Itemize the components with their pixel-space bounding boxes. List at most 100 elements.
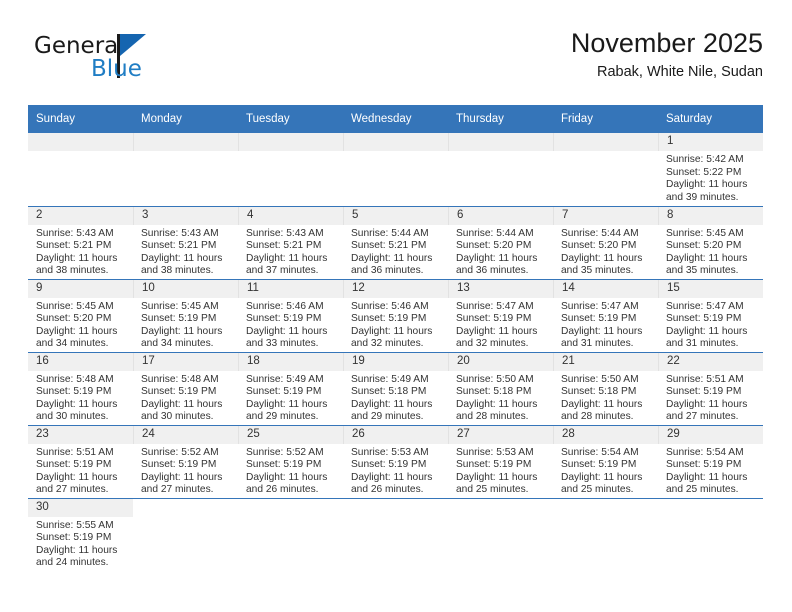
calendar-day-cell[interactable]: 14 Sunrise: 5:47 AM Sunset: 5:19 PM Dayligh… — [553, 279, 658, 353]
daylight-text-line2: and 28 minutes. — [561, 411, 634, 423]
daylight-text-line1: Daylight: 11 hours — [36, 544, 118, 556]
day-number: 18 — [238, 352, 343, 371]
calendar-day-cell[interactable]: 20 Sunrise: 5:50 AM Sunset: 5:18 PM Dayligh… — [448, 352, 553, 426]
daylight-text-line2: and 37 minutes. — [246, 265, 319, 277]
calendar-day-cell[interactable]: 12 Sunrise: 5:46 AM Sunset: 5:19 PM Dayligh… — [343, 279, 448, 353]
sunrise-text: Sunrise: 5:46 AM — [246, 300, 324, 312]
sunset-text: Sunset: 5:19 PM — [456, 313, 532, 325]
calendar-day-cell-empty — [448, 498, 553, 571]
calendar-day-cell[interactable]: 5 Sunrise: 5:44 AM Sunset: 5:21 PM Daylight… — [343, 206, 448, 280]
calendar-day-cell[interactable]: 24 Sunrise: 5:52 AM Sunset: 5:19 PM Dayligh… — [133, 425, 238, 499]
day-details: Sunrise: 5:50 AM Sunset: 5:18 PM Daylight:… — [553, 371, 658, 424]
calendar-day-cell[interactable]: 9 Sunrise: 5:45 AM Sunset: 5:20 PM Daylight… — [28, 279, 133, 353]
page-title: November 2025 — [570, 28, 763, 58]
calendar-day-cell[interactable]: 7 Sunrise: 5:44 AM Sunset: 5:20 PM Daylight… — [553, 206, 658, 280]
calendar-day-cell[interactable]: 13 Sunrise: 5:47 AM Sunset: 5:19 PM Dayligh… — [448, 279, 553, 353]
daylight-text-line1: Daylight: 11 hours — [561, 325, 643, 337]
daylight-text-line2: and 33 minutes. — [246, 338, 319, 350]
daylight-text-line2: and 29 minutes. — [246, 411, 319, 423]
calendar-day-cell[interactable]: 25 Sunrise: 5:52 AM Sunset: 5:19 PM Dayligh… — [238, 425, 343, 499]
calendar-day-cell[interactable]: 10 Sunrise: 5:45 AM Sunset: 5:19 PM Dayligh… — [133, 279, 238, 353]
sunrise-text: Sunrise: 5:55 AM — [36, 519, 114, 531]
sunset-text: Sunset: 5:19 PM — [561, 313, 637, 325]
day-details: Sunrise: 5:46 AM Sunset: 5:19 PM Daylight:… — [238, 298, 343, 351]
daylight-text-line2: and 34 minutes. — [36, 338, 109, 350]
general-blue-logo[interactable]: General Blue — [29, 31, 229, 87]
calendar-day-cell[interactable]: 16 Sunrise: 5:48 AM Sunset: 5:19 PM Dayligh… — [28, 352, 133, 426]
calendar-week-row: 1 Sunrise: 5:42 AM Sunset: 5:22 PM Daylight… — [28, 133, 763, 207]
daylight-text-line1: Daylight: 11 hours — [36, 398, 118, 410]
sunset-text: Sunset: 5:19 PM — [36, 386, 112, 398]
daylight-text-line1: Daylight: 11 hours — [666, 252, 748, 264]
daylight-text-line1: Daylight: 11 hours — [456, 398, 538, 410]
daylight-text-line1: Daylight: 11 hours — [246, 398, 328, 410]
calendar-day-cell[interactable]: 1 Sunrise: 5:42 AM Sunset: 5:22 PM Daylight… — [658, 133, 763, 207]
day-details: Sunrise: 5:42 AM Sunset: 5:22 PM Daylight:… — [658, 151, 763, 204]
day-details: Sunrise: 5:52 AM Sunset: 5:19 PM Daylight:… — [133, 444, 238, 497]
calendar-day-cell[interactable]: 3 Sunrise: 5:43 AM Sunset: 5:21 PM Daylight… — [133, 206, 238, 280]
calendar-day-cell[interactable]: 27 Sunrise: 5:53 AM Sunset: 5:19 PM Dayligh… — [448, 425, 553, 499]
logo-flag-icon — [120, 34, 146, 56]
daylight-text-line2: and 38 minutes. — [141, 265, 214, 277]
sunset-text: Sunset: 5:18 PM — [456, 386, 532, 398]
day-details: Sunrise: 5:47 AM Sunset: 5:19 PM Daylight:… — [553, 298, 658, 351]
sunset-text: Sunset: 5:19 PM — [351, 459, 427, 471]
day-details: Sunrise: 5:47 AM Sunset: 5:19 PM Daylight:… — [658, 298, 763, 351]
daylight-text-line2: and 25 minutes. — [561, 484, 634, 496]
day-details: Sunrise: 5:51 AM Sunset: 5:19 PM Daylight:… — [28, 444, 133, 497]
calendar-day-cell[interactable]: 29 Sunrise: 5:54 AM Sunset: 5:19 PM Dayligh… — [658, 425, 763, 499]
daylight-text-line2: and 24 minutes. — [36, 557, 109, 569]
day-number — [133, 498, 238, 517]
calendar-day-cell[interactable]: 30 Sunrise: 5:55 AM Sunset: 5:19 PM Dayligh… — [28, 498, 133, 571]
calendar-day-cell-empty — [133, 498, 238, 571]
calendar-day-cell[interactable]: 26 Sunrise: 5:53 AM Sunset: 5:19 PM Dayligh… — [343, 425, 448, 499]
day-number: 8 — [658, 206, 763, 225]
day-details: Sunrise: 5:43 AM Sunset: 5:21 PM Daylight:… — [28, 225, 133, 278]
calendar-day-cell[interactable]: 22 Sunrise: 5:51 AM Sunset: 5:19 PM Dayligh… — [658, 352, 763, 426]
day-number: 6 — [448, 206, 553, 225]
calendar-day-cell[interactable]: 23 Sunrise: 5:51 AM Sunset: 5:19 PM Dayligh… — [28, 425, 133, 499]
day-number — [553, 133, 658, 151]
calendar-day-cell[interactable]: 17 Sunrise: 5:48 AM Sunset: 5:19 PM Dayligh… — [133, 352, 238, 426]
calendar-day-cell[interactable]: 2 Sunrise: 5:43 AM Sunset: 5:21 PM Daylight… — [28, 206, 133, 280]
sunrise-text: Sunrise: 5:45 AM — [36, 300, 114, 312]
day-number: 19 — [343, 352, 448, 371]
day-number: 25 — [238, 425, 343, 444]
day-number: 22 — [658, 352, 763, 371]
daylight-text-line2: and 28 minutes. — [456, 411, 529, 423]
day-number: 1 — [658, 133, 763, 151]
day-details: Sunrise: 5:49 AM Sunset: 5:18 PM Daylight:… — [343, 371, 448, 424]
calendar-day-cell[interactable]: 11 Sunrise: 5:46 AM Sunset: 5:19 PM Dayligh… — [238, 279, 343, 353]
calendar-day-cell[interactable]: 18 Sunrise: 5:49 AM Sunset: 5:19 PM Dayligh… — [238, 352, 343, 426]
day-number: 10 — [133, 279, 238, 298]
calendar-day-cell[interactable]: 4 Sunrise: 5:43 AM Sunset: 5:21 PM Daylight… — [238, 206, 343, 280]
sunrise-text: Sunrise: 5:47 AM — [561, 300, 639, 312]
sunrise-text: Sunrise: 5:50 AM — [561, 373, 639, 385]
day-details: Sunrise: 5:54 AM Sunset: 5:19 PM Daylight:… — [553, 444, 658, 497]
calendar-day-cell-empty — [553, 498, 658, 571]
calendar-week-row: 23 Sunrise: 5:51 AM Sunset: 5:19 PM Dayligh… — [28, 425, 763, 499]
daylight-text-line2: and 27 minutes. — [141, 484, 214, 496]
daylight-text-line1: Daylight: 11 hours — [141, 325, 223, 337]
day-number — [28, 133, 133, 151]
calendar-day-cell[interactable]: 6 Sunrise: 5:44 AM Sunset: 5:20 PM Daylight… — [448, 206, 553, 280]
daylight-text-line2: and 25 minutes. — [456, 484, 529, 496]
daylight-text-line1: Daylight: 11 hours — [36, 325, 118, 337]
calendar-day-cell[interactable]: 8 Sunrise: 5:45 AM Sunset: 5:20 PM Daylight… — [658, 206, 763, 280]
sunset-text: Sunset: 5:19 PM — [246, 313, 322, 325]
calendar-day-cell[interactable]: 21 Sunrise: 5:50 AM Sunset: 5:18 PM Dayligh… — [553, 352, 658, 426]
day-number — [553, 498, 658, 517]
sunset-text: Sunset: 5:19 PM — [561, 459, 637, 471]
daylight-text-line1: Daylight: 11 hours — [666, 325, 748, 337]
calendar-day-cell-empty — [553, 133, 658, 207]
calendar-day-cell[interactable]: 28 Sunrise: 5:54 AM Sunset: 5:19 PM Dayligh… — [553, 425, 658, 499]
day-details: Sunrise: 5:52 AM Sunset: 5:19 PM Daylight:… — [238, 444, 343, 497]
calendar-day-cell[interactable]: 19 Sunrise: 5:49 AM Sunset: 5:18 PM Dayligh… — [343, 352, 448, 426]
day-number — [448, 498, 553, 517]
daylight-text-line1: Daylight: 11 hours — [141, 398, 223, 410]
daylight-text-line2: and 35 minutes. — [666, 265, 739, 277]
calendar-day-cell[interactable]: 15 Sunrise: 5:47 AM Sunset: 5:19 PM Dayligh… — [658, 279, 763, 353]
day-details: Sunrise: 5:43 AM Sunset: 5:21 PM Daylight:… — [133, 225, 238, 278]
weekday-header-friday: Friday — [553, 105, 658, 133]
sunset-text: Sunset: 5:19 PM — [666, 386, 742, 398]
